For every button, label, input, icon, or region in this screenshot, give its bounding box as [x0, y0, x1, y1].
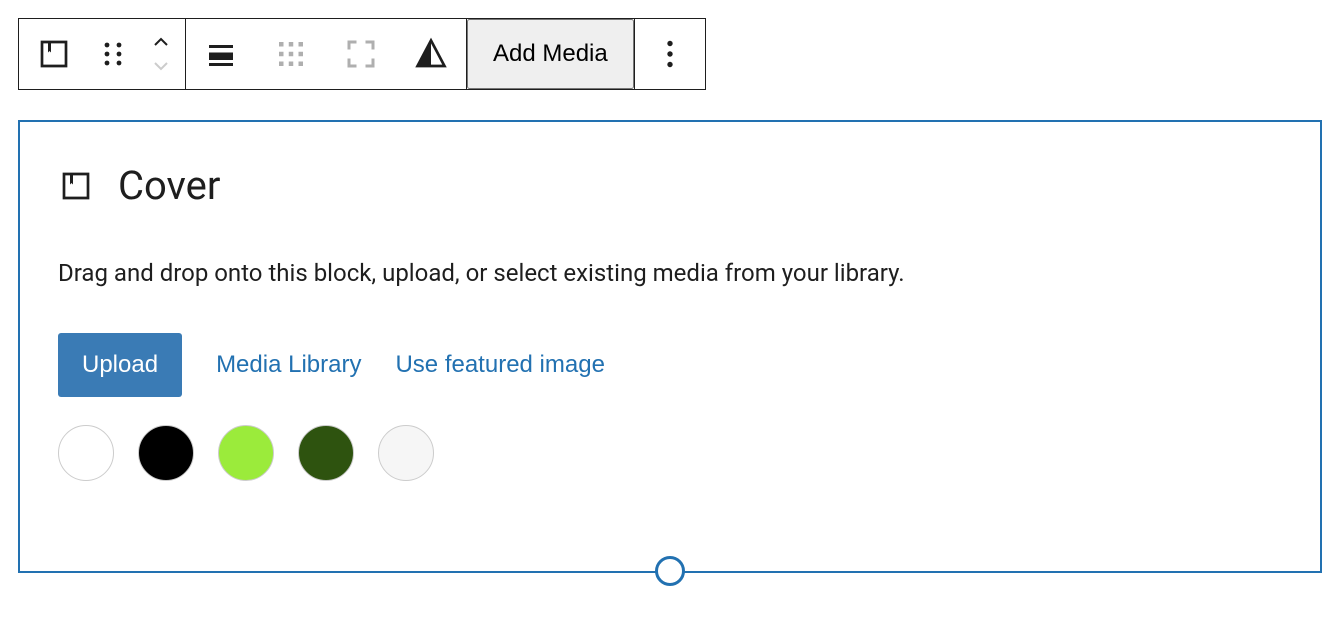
chevron-down-icon [149, 54, 173, 78]
placeholder-header: Cover [58, 162, 1282, 209]
placeholder-description: Drag and drop onto this block, upload, o… [58, 257, 1282, 291]
toolbar-group-block [19, 19, 186, 89]
drag-handle-icon [95, 36, 131, 72]
align-icon [203, 36, 239, 72]
move-up-button[interactable] [149, 30, 173, 54]
placeholder-actions: Upload Media Library Use featured image [58, 333, 1282, 397]
block-type-button[interactable] [19, 19, 89, 89]
color-swatch[interactable] [218, 425, 274, 481]
move-down-button[interactable] [149, 54, 173, 78]
chevron-up-icon [149, 30, 173, 54]
block-toolbar: Add Media [18, 18, 706, 90]
add-media-button[interactable]: Add Media [467, 19, 634, 89]
color-swatch[interactable] [138, 425, 194, 481]
color-swatch[interactable] [58, 425, 114, 481]
resize-handle[interactable] [655, 556, 685, 586]
color-swatches [58, 425, 1282, 481]
more-vertical-icon [652, 36, 688, 72]
color-swatch[interactable] [378, 425, 434, 481]
grid-icon [273, 36, 309, 72]
media-library-button[interactable]: Media Library [216, 351, 361, 379]
content-position-button[interactable] [256, 19, 326, 89]
color-swatch[interactable] [298, 425, 354, 481]
placeholder-title: Cover [118, 162, 220, 209]
cover-icon [58, 168, 94, 204]
fullscreen-icon [343, 36, 379, 72]
duotone-icon [413, 36, 449, 72]
add-media-label: Add Media [493, 40, 608, 68]
drag-handle-button[interactable] [89, 19, 137, 89]
toolbar-group-media: Add Media [467, 19, 635, 89]
block-mover [137, 19, 185, 89]
more-options-button[interactable] [635, 19, 705, 89]
upload-button[interactable]: Upload [58, 333, 182, 397]
toolbar-group-more [635, 19, 705, 89]
cover-icon [36, 36, 72, 72]
duotone-button[interactable] [396, 19, 466, 89]
cover-block-placeholder[interactable]: Cover Drag and drop onto this block, upl… [18, 120, 1322, 573]
align-button[interactable] [186, 19, 256, 89]
full-height-button[interactable] [326, 19, 396, 89]
featured-image-button[interactable]: Use featured image [395, 351, 604, 379]
toolbar-group-align [186, 19, 467, 89]
